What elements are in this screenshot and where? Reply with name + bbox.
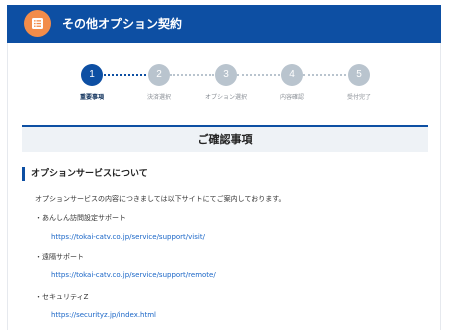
list-item-visit-support: ・あんしん訪問設定サポート (35, 214, 126, 222)
list-item-remote-support: ・遠隔サポート (35, 253, 84, 261)
step-4-label: 内容確認 (279, 94, 304, 101)
step-5-label: 受付完了 (346, 94, 371, 101)
step-4-circle: 4 (281, 64, 303, 86)
link-remote-support[interactable]: https://tokai-catv.co.jp/service/support… (51, 271, 216, 279)
step-2-label: 決済選択 (146, 94, 171, 101)
step-connector (237, 74, 280, 76)
step-1-label: 重要事項 (79, 94, 104, 101)
page-title: その他オプション契約 (62, 17, 183, 31)
intro-text: オプションサービスの内容につきましては以下サイトにてご案内しております。 (35, 195, 286, 203)
main-content: 1 2 3 4 5 重要事項 決済選択 オプション選択 内容確認 受付完了 ご確… (7, 43, 441, 330)
step-connector (303, 74, 346, 76)
confirm-title: ご確認事項 (197, 133, 253, 146)
progress-steps: 1 2 3 4 5 重要事項 決済選択 オプション選択 内容確認 受付完了 (8, 43, 442, 113)
step-2-circle: 2 (148, 64, 170, 86)
step-connector (104, 74, 146, 76)
link-security-z[interactable]: https://securityz.jp/index.html (51, 311, 156, 319)
link-visit-support[interactable]: https://tokai-catv.co.jp/service/support… (51, 233, 205, 241)
step-5-circle: 5 (348, 64, 370, 86)
step-3-label: オプション選択 (204, 94, 247, 101)
confirm-banner: ご確認事項 (22, 125, 428, 152)
step-3-circle: 3 (215, 64, 237, 86)
step-connector (170, 74, 214, 76)
list-item-security-z: ・セキュリティZ (35, 293, 89, 301)
section-heading: オプションサービスについて (22, 167, 148, 181)
page: その他オプション契約 1 2 3 4 5 重要事項 決済選択 オプション選択 内… (0, 0, 450, 330)
list-icon (24, 10, 51, 37)
page-header: その他オプション契約 (7, 5, 441, 43)
step-1-circle: 1 (81, 64, 103, 86)
